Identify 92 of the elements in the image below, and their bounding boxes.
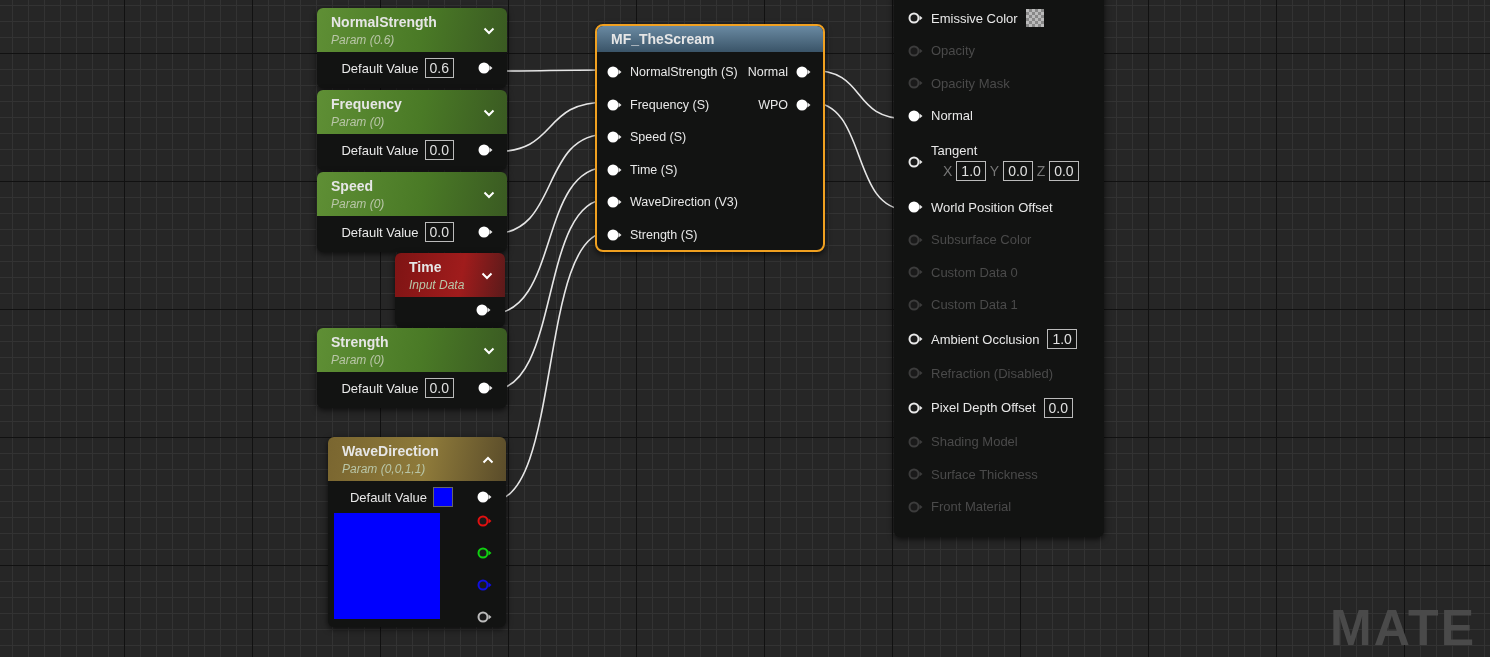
chevron-down-icon[interactable] (483, 190, 495, 199)
input-pin-label: Frequency (S) (630, 97, 710, 112)
connected-pin-icon[interactable] (478, 144, 493, 156)
input-pin-label: NormalStrength (S) (630, 65, 738, 80)
value-field[interactable]: 0.6 (424, 58, 454, 78)
parameter-node[interactable]: Strength Param (0) Default Value 0.0 (317, 328, 507, 408)
input-pin-label: Shading Model (931, 434, 1018, 450)
input-pin-label: Strength (S) (630, 227, 698, 242)
connected-pin-icon[interactable] (607, 228, 622, 241)
chevron-down-icon[interactable] (483, 26, 495, 35)
input-pin-label: Opacity Mask (931, 75, 1010, 91)
graph-watermark-label: MATE (1330, 603, 1476, 653)
input-pin-label: Opacity (931, 43, 976, 59)
node-subtitle: Param (0) (331, 353, 386, 367)
input-pin-label: Surface Thickness (931, 466, 1038, 482)
pin-icon[interactable] (908, 155, 923, 168)
input-pin-label: WaveDirection (V3) (630, 195, 738, 210)
chevron-up-icon[interactable] (482, 455, 494, 464)
connected-pin-icon[interactable] (607, 131, 622, 144)
checker-swatch-icon (1025, 9, 1044, 28)
node-subtitle: Param (0) (331, 197, 385, 211)
input-pin-label: Custom Data 1 (931, 297, 1018, 313)
node-subtitle: Param (0) (331, 115, 386, 129)
chevron-down-icon[interactable] (481, 271, 493, 280)
field-label: Default Value (341, 224, 419, 240)
node-title: Strength (331, 334, 389, 350)
parameter-node[interactable]: NormalStrength Param (0.6) Default Value 0.6 (317, 8, 507, 88)
chevron-down-icon[interactable] (483, 108, 495, 117)
node-subtitle: Input Data (409, 278, 465, 292)
field-label: Default Value (349, 489, 427, 505)
parameter-node[interactable]: Time Input Data (395, 253, 505, 327)
node-title: Speed (331, 178, 374, 194)
value-field[interactable]: 1.0 (1047, 329, 1077, 349)
input-pin-label: World Position Offset (931, 199, 1053, 215)
connected-pin-icon[interactable] (607, 66, 622, 79)
input-pin-label: Pixel Depth Offset (931, 400, 1036, 415)
input-pin-label: Speed (S) (630, 130, 687, 145)
connected-pin-icon[interactable] (478, 226, 493, 238)
value-field[interactable]: 0.0 (1043, 397, 1073, 418)
connected-pin-icon[interactable] (477, 491, 492, 503)
axis-label: Y (989, 162, 1000, 179)
parameter-node[interactable]: WaveDirection Param (0,0,1,1) Default Value (328, 437, 506, 627)
axis-label: Z (1036, 162, 1046, 179)
input-pin-label: Time (S) (630, 162, 678, 177)
node-subtitle: Param (0,0,1,1) (342, 462, 427, 476)
node-title: MF_TheScream (611, 31, 715, 47)
field-label: Default Value (341, 60, 419, 76)
input-pin-label: Tangent (931, 142, 979, 158)
input-pin-label: Ambient Occlusion (931, 331, 1040, 347)
input-pin-label: Refraction (Disabled) (931, 365, 1054, 381)
node-title: Frequency (331, 96, 402, 112)
value-field[interactable]: 0.0 (1003, 160, 1033, 181)
node-title: WaveDirection (342, 443, 439, 459)
connected-pin-icon[interactable] (478, 382, 493, 394)
node-title: Time (409, 259, 443, 275)
field-label: Default Value (341, 142, 419, 158)
value-field[interactable]: 1.0 (956, 160, 986, 181)
connected-pin-icon[interactable] (476, 304, 491, 316)
material-node[interactable] (894, 0, 1104, 537)
parameter-node[interactable]: Speed Param (0) Default Value 0.0 (317, 172, 507, 252)
connected-pin-icon[interactable] (796, 66, 811, 79)
value-field[interactable]: 0.0 (1049, 160, 1079, 181)
input-pin-label: Emissive Color (931, 10, 1018, 26)
pin-icon[interactable] (908, 401, 923, 414)
connected-pin-icon[interactable] (607, 98, 622, 111)
function-node[interactable]: MF_TheScream NormalStrength (S) Frequency (S) Speed (S) Time (S) WaveDirection (V3) Strength (S) Normal WPO (595, 24, 825, 252)
connected-pin-icon[interactable] (607, 196, 622, 209)
pin-icon[interactable] (477, 547, 492, 559)
connected-pin-icon[interactable] (908, 109, 923, 122)
connected-pin-icon[interactable] (607, 163, 622, 176)
connected-pin-icon[interactable] (796, 98, 811, 111)
axis-label: X (943, 162, 953, 179)
chevron-down-icon[interactable] (483, 346, 495, 355)
value-field[interactable]: 0.0 (424, 222, 454, 242)
parameter-node[interactable]: Frequency Param (0) Default Value 0.0 (317, 90, 507, 170)
pin-icon[interactable] (908, 333, 923, 345)
input-pin-label: Normal (931, 108, 973, 124)
value-field[interactable]: 0.0 (424, 140, 454, 160)
connected-pin-icon[interactable] (908, 201, 923, 214)
input-pin-label: Front Material (931, 499, 1012, 515)
node-subtitle: Param (0.6) (331, 33, 396, 47)
input-pin-label: Subsurface Color (931, 232, 1032, 248)
color-swatch[interactable] (433, 487, 453, 507)
connected-pin-icon[interactable] (478, 62, 493, 74)
input-pin-label: Custom Data 0 (931, 264, 1018, 280)
output-pin-label: WPO (758, 97, 788, 112)
pin-icon[interactable] (477, 611, 492, 623)
pin-icon[interactable] (908, 12, 923, 25)
output-pin-label: Normal (747, 65, 788, 80)
field-label: Default Value (341, 380, 419, 396)
node-title: NormalStrength (331, 14, 437, 30)
value-field[interactable]: 0.0 (424, 378, 454, 398)
